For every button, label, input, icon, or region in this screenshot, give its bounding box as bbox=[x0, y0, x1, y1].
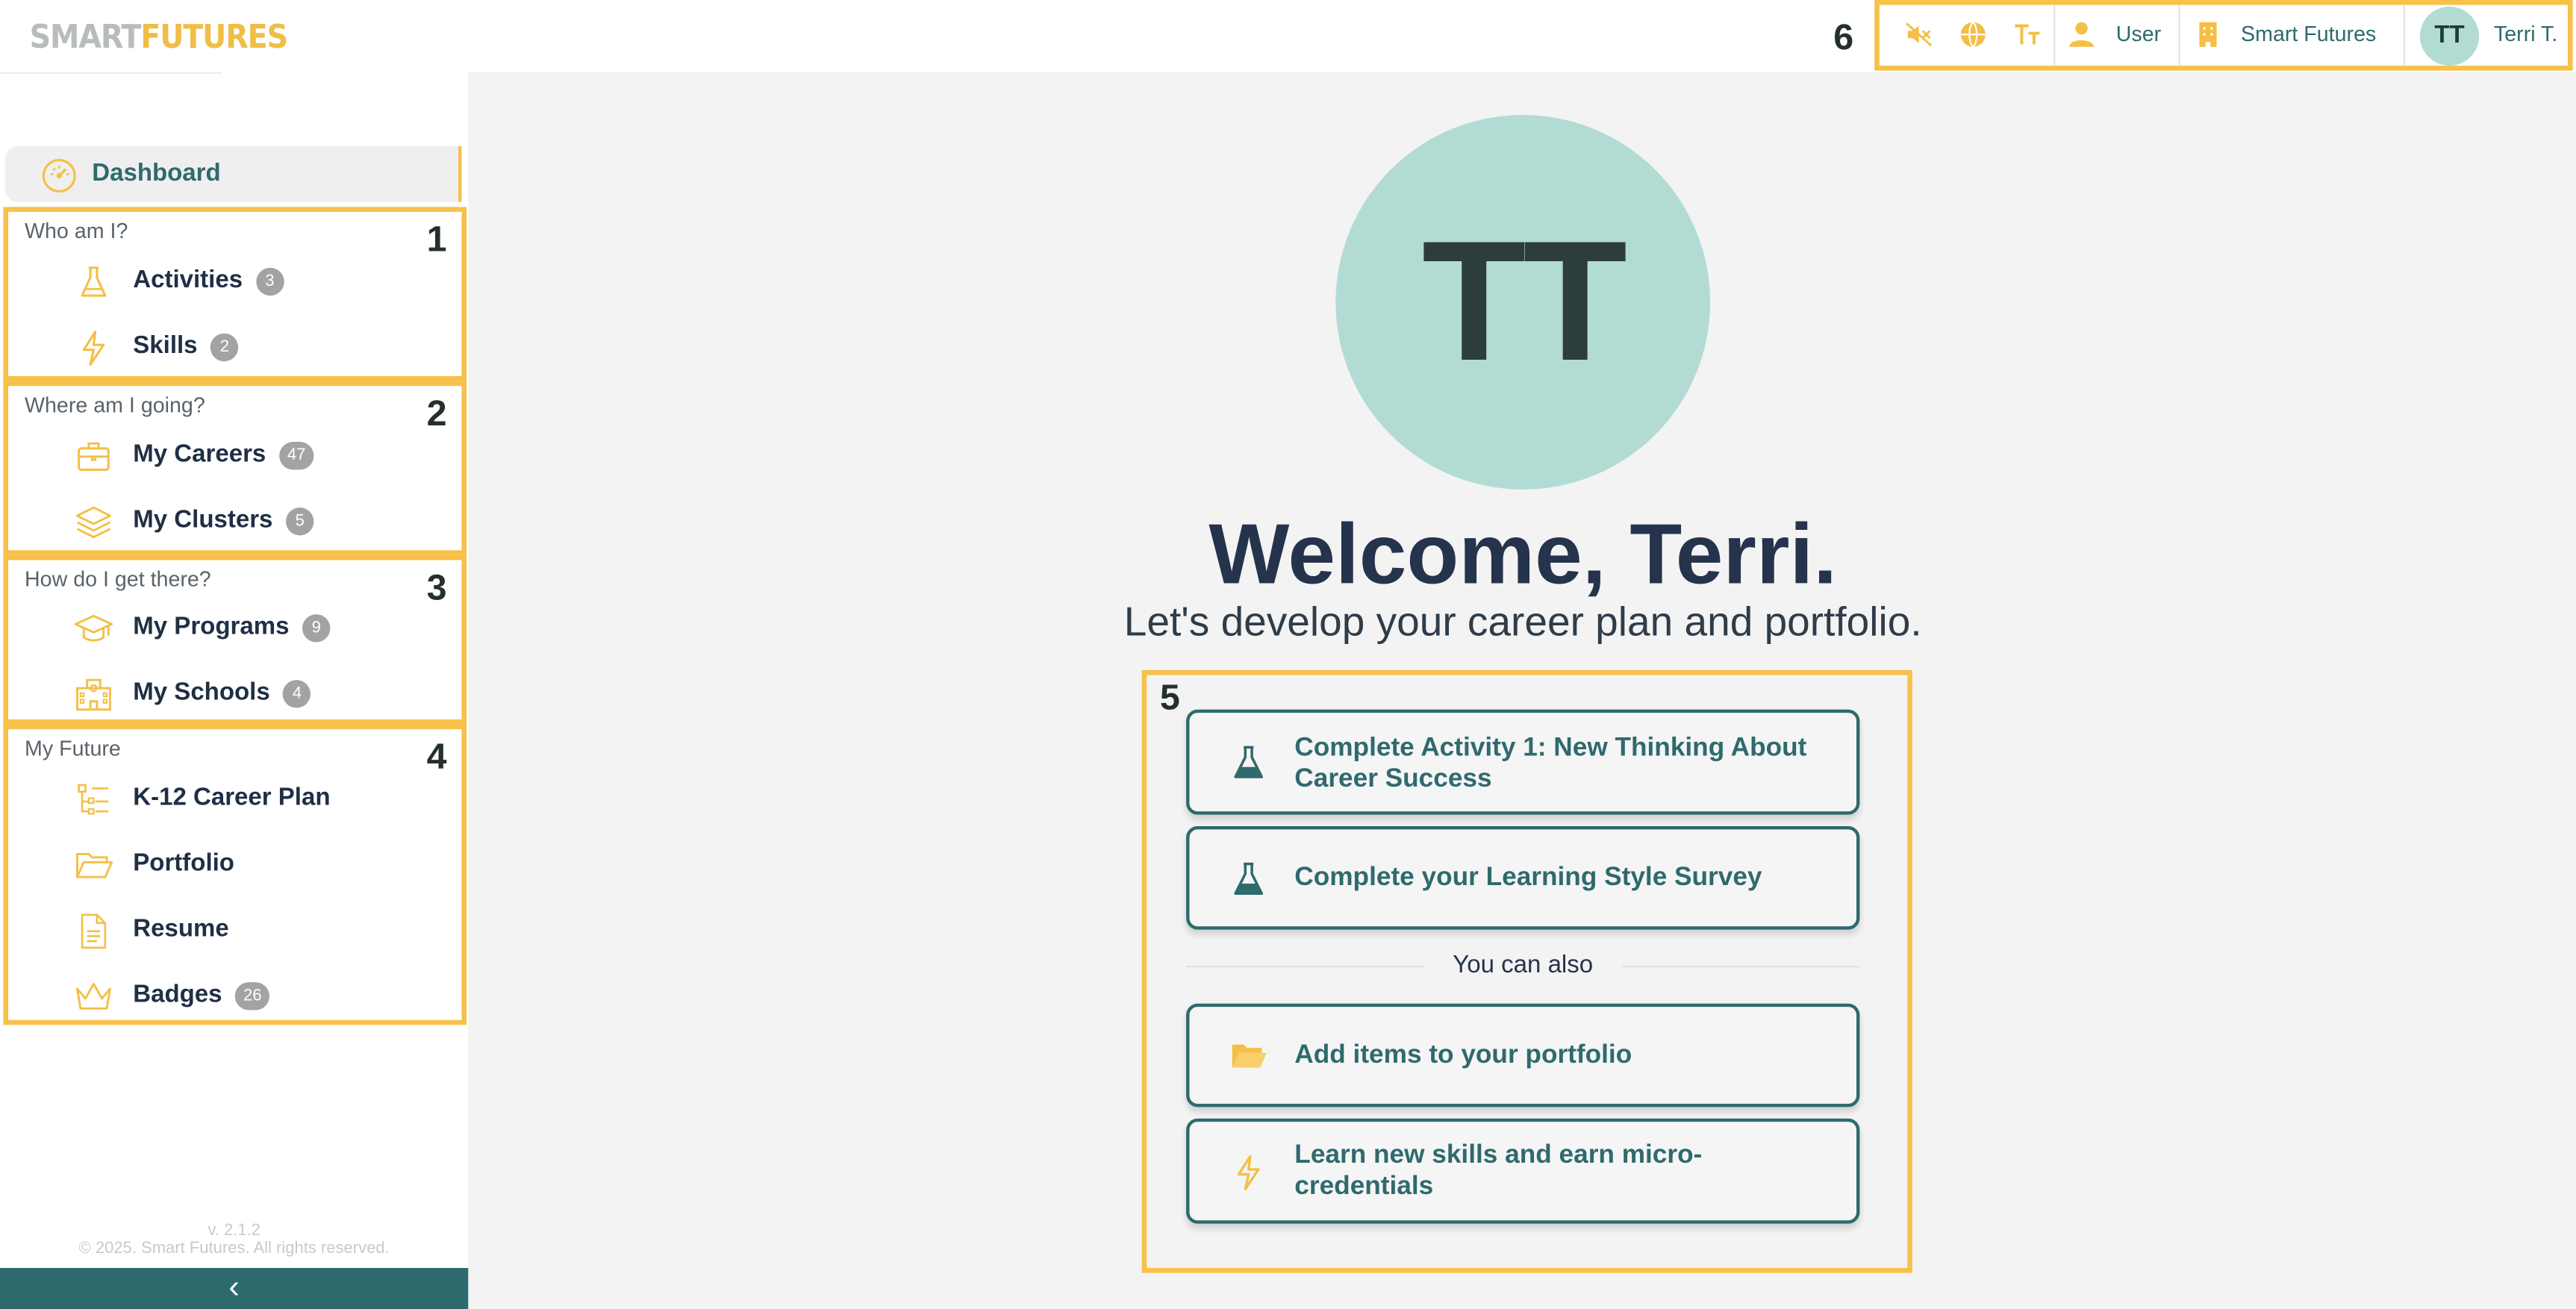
complete-activity-button[interactable]: Complete Activity 1: New Thinking About C… bbox=[1186, 709, 1860, 815]
sidebar-item-label: Skills bbox=[133, 331, 198, 360]
globe-icon[interactable] bbox=[1958, 19, 1988, 49]
count-badge: 2 bbox=[210, 332, 239, 361]
sidebar-item-label: My Programs bbox=[133, 612, 290, 641]
group-title: Who am I? bbox=[25, 218, 128, 243]
learn-skills-button[interactable]: Learn new skills and earn micro-credenti… bbox=[1186, 1118, 1860, 1224]
add-portfolio-items-button[interactable]: Add items to your portfolio bbox=[1186, 1003, 1860, 1108]
flask-icon bbox=[1234, 746, 1264, 778]
sidebar-group-my-future: My Future 4 K-12 Career Plan Portfolio R… bbox=[3, 724, 467, 1025]
group-number: 4 bbox=[426, 735, 447, 777]
graduation-cap-icon bbox=[74, 614, 113, 642]
flask-icon bbox=[1234, 862, 1264, 895]
card-label: Complete Activity 1: New Thinking About bbox=[1294, 734, 1807, 763]
organization-switcher[interactable]: Smart Futures bbox=[2241, 22, 2376, 46]
collapse-sidebar-button[interactable]: ‹ bbox=[0, 1268, 469, 1309]
divider bbox=[2178, 4, 2180, 66]
you-can-also-divider: You can also bbox=[1186, 949, 1860, 982]
panel-number: 5 bbox=[1159, 676, 1180, 718]
sidebar-item-label: My Clusters bbox=[133, 505, 273, 534]
count-badge: 9 bbox=[302, 613, 331, 642]
school-icon bbox=[76, 678, 111, 711]
group-title: Where am I going? bbox=[25, 392, 205, 418]
sidebar-group-who-am-i: Who am I? 1 Activities 3 Skills 2 bbox=[3, 207, 467, 381]
card-label: credentials bbox=[1294, 1172, 1434, 1201]
sidebar-item-dashboard[interactable]: Dashboard bbox=[4, 146, 462, 202]
user-icon bbox=[2069, 22, 2095, 47]
layers-icon bbox=[76, 506, 111, 539]
crown-icon bbox=[76, 982, 111, 1010]
group-number: 3 bbox=[426, 566, 447, 608]
document-icon bbox=[81, 913, 107, 949]
folder-open-icon bbox=[1232, 1044, 1267, 1068]
gauge-icon bbox=[42, 159, 76, 193]
mute-icon[interactable] bbox=[1904, 19, 1934, 49]
divider bbox=[2403, 4, 2406, 66]
card-label: Learn new skills and earn micro- bbox=[1294, 1141, 1703, 1169]
smart-futures-logo[interactable]: SMARTFUTURES bbox=[30, 16, 289, 56]
learning-style-survey-button[interactable]: Complete your Learning Style Survey bbox=[1186, 826, 1860, 930]
bolt-icon bbox=[82, 331, 105, 366]
role-switcher[interactable]: User bbox=[2116, 22, 2161, 46]
bolt-icon bbox=[1237, 1155, 1260, 1191]
user-avatar[interactable]: TT bbox=[2419, 6, 2480, 66]
chevron-left-icon: ‹ bbox=[228, 1269, 240, 1306]
card-label: Career Success bbox=[1294, 765, 1492, 793]
count-badge: 5 bbox=[286, 507, 314, 535]
sidebar-group-how-do-i-get-there: How do I get there? 3 My Programs 9 My Sc… bbox=[3, 554, 467, 725]
copyright-text: © 2025. Smart Futures. All rights reserv… bbox=[78, 1240, 390, 1258]
group-title: How do I get there? bbox=[25, 566, 211, 592]
card-label: Add items to your portfolio bbox=[1294, 1041, 1632, 1069]
flask-icon bbox=[81, 266, 107, 297]
sidebar-item-label: Dashboard bbox=[92, 159, 221, 187]
user-name[interactable]: Terri T. bbox=[2494, 22, 2557, 46]
sidebar: SMARTFUTURES Dashboard Who am I? 1 Activ… bbox=[0, 0, 469, 1309]
version-text: v. 2.1.2 bbox=[208, 1222, 261, 1240]
building-icon bbox=[2199, 22, 2217, 47]
welcome-heading: Welcome, Terri. bbox=[1209, 507, 1838, 603]
sidebar-item-label: Badges bbox=[133, 980, 222, 1009]
card-label: Complete your Learning Style Survey bbox=[1294, 863, 1762, 893]
count-badge: 26 bbox=[235, 981, 270, 1010]
group-number: 2 bbox=[426, 392, 447, 434]
toolbar-number: 6 bbox=[1833, 16, 1854, 58]
sidebar-item-label: My Careers bbox=[133, 440, 266, 469]
group-title: My Future bbox=[25, 735, 121, 760]
welcome-subtitle: Let's develop your career plan and portf… bbox=[1123, 599, 1922, 646]
sidebar-item-label: Resume bbox=[133, 914, 229, 943]
divider bbox=[2053, 4, 2056, 66]
folder-open-icon bbox=[76, 852, 113, 878]
you-can-also-label: You can also bbox=[1453, 951, 1594, 979]
count-badge: 3 bbox=[255, 266, 284, 296]
sidebar-item-label: My Schools bbox=[133, 678, 270, 707]
sidebar-item-label: K-12 Career Plan bbox=[133, 783, 331, 812]
sidebar-item-label: Portfolio bbox=[133, 849, 234, 878]
profile-avatar: TT bbox=[1335, 115, 1711, 490]
sidebar-item-label: Activities bbox=[133, 266, 243, 294]
sidebar-group-where-am-i-going: Where am I going? 2 My Careers 47 My Clus… bbox=[3, 381, 467, 555]
group-number: 1 bbox=[426, 218, 447, 260]
divider bbox=[0, 72, 222, 75]
briefcase-icon bbox=[78, 442, 110, 471]
text-size-icon[interactable] bbox=[2011, 19, 2044, 49]
tree-list-icon bbox=[78, 784, 109, 815]
count-badge: 4 bbox=[283, 679, 311, 707]
count-badge: 47 bbox=[278, 440, 314, 469]
